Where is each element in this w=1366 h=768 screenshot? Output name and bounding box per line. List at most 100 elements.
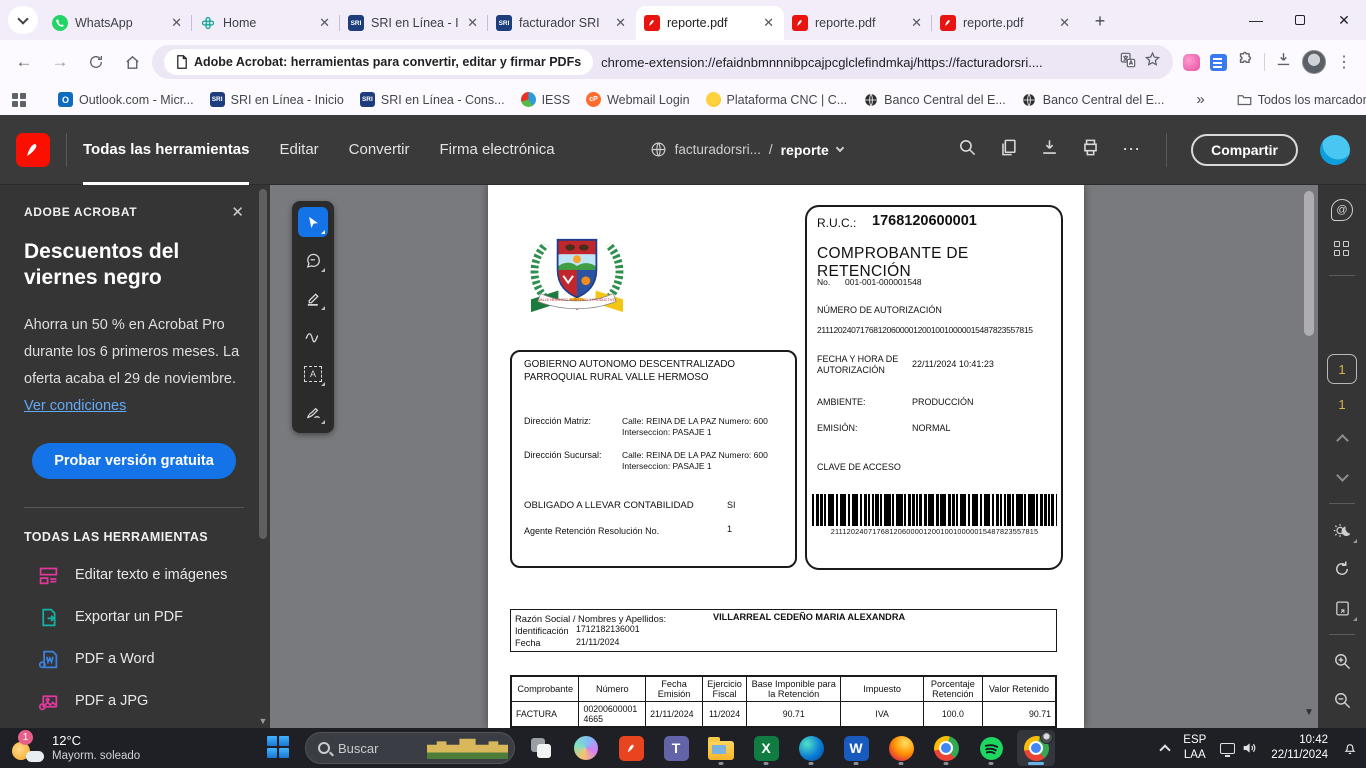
language-indicator[interactable]: ESP LAA — [1183, 733, 1206, 763]
bookmarks-overflow-icon[interactable]: » — [1196, 91, 1204, 108]
tool-export-pdf[interactable]: Exportar un PDF — [38, 596, 244, 638]
hidden-icons-chevron[interactable] — [1160, 744, 1171, 755]
tab-reporte-pdf-3[interactable]: reporte.pdf ✕ — [932, 6, 1080, 40]
tool-pdf-to-jpg[interactable]: PDF a JPG — [38, 680, 244, 722]
extension-title-chip[interactable]: Adobe Acrobat: herramientas para convert… — [164, 49, 593, 75]
promo-conditions-link[interactable]: Ver condiciones — [24, 398, 126, 414]
tool-pdf-to-word[interactable]: PDF a Word — [38, 638, 244, 680]
menu-all-tools[interactable]: Todas las herramientas — [83, 115, 249, 185]
tab-whatsapp[interactable]: WhatsApp ✕ — [44, 6, 192, 40]
tab-close-icon[interactable]: ✕ — [613, 15, 628, 31]
taskbar-search-input[interactable]: Buscar — [305, 732, 515, 764]
tab-search-button[interactable] — [8, 6, 38, 34]
spotify-button[interactable] — [972, 730, 1010, 766]
text-box-tool-button[interactable]: A — [298, 359, 328, 389]
word-button[interactable]: W — [837, 730, 875, 766]
tab-close-icon[interactable]: ✕ — [1057, 15, 1072, 31]
scrollbar-thumb[interactable] — [259, 189, 267, 539]
translate-icon[interactable] — [1120, 52, 1136, 73]
home-button[interactable] — [116, 46, 148, 78]
tab-sri-en-linea[interactable]: SRI SRI en Línea - Ini ✕ — [340, 6, 488, 40]
page-view-button[interactable] — [1327, 595, 1357, 621]
pdf-app-button[interactable] — [612, 730, 650, 766]
task-view-button[interactable] — [522, 730, 560, 766]
bookmark-outlook[interactable]: OOutlook.com - Micr... — [58, 92, 194, 107]
menu-convert[interactable]: Convertir — [349, 115, 410, 185]
network-display-icon[interactable] — [1220, 743, 1235, 754]
comment-tool-button[interactable] — [298, 245, 328, 275]
scroll-down-arrow-icon[interactable]: ▼ — [258, 716, 268, 726]
account-avatar[interactable] — [1320, 135, 1350, 165]
bookmark-cnc[interactable]: Plataforma CNC | C... — [706, 92, 848, 107]
tab-facturador-sri[interactable]: SRI facturador SRI ✕ — [488, 6, 636, 40]
select-tool-button[interactable] — [298, 207, 328, 237]
previous-page-button[interactable] — [1327, 425, 1357, 451]
all-bookmarks[interactable]: Todos los marcadores — [1237, 93, 1366, 107]
reload-button[interactable] — [80, 46, 112, 78]
file-explorer-button[interactable] — [702, 730, 740, 766]
tab-reporte-pdf-2[interactable]: reporte.pdf ✕ — [784, 6, 932, 40]
extensions-puzzle-icon[interactable] — [1237, 51, 1254, 73]
bookmark-sri-consultas[interactable]: SRISRI en Línea - Cons... — [360, 92, 505, 107]
bookmark-banco-central-2[interactable]: Banco Central del E... — [1022, 92, 1165, 107]
zoom-out-button[interactable] — [1327, 687, 1357, 713]
tool-edit-text-images[interactable]: Editar texto e imágenes — [38, 554, 244, 596]
tab-close-icon[interactable]: ✕ — [317, 15, 332, 31]
downloads-icon[interactable] — [1275, 51, 1292, 73]
menu-esign[interactable]: Firma electrónica — [440, 115, 555, 185]
new-tab-button[interactable]: + — [1086, 7, 1114, 35]
chrome-active-button[interactable] — [1017, 730, 1055, 766]
tab-reporte-pdf-active[interactable]: reporte.pdf ✕ — [636, 6, 784, 40]
chrome-button[interactable] — [927, 730, 965, 766]
page-thumbnails-button[interactable] — [1327, 236, 1357, 262]
window-restore-button[interactable] — [1278, 0, 1322, 40]
print-icon[interactable] — [1081, 138, 1100, 162]
notification-bell-icon[interactable] — [1342, 740, 1358, 756]
scroll-down-arrow-icon[interactable]: ▼ — [1303, 707, 1315, 718]
rotate-page-button[interactable] — [1327, 556, 1357, 582]
copy-pages-icon[interactable] — [999, 138, 1018, 162]
edge-button[interactable] — [792, 730, 830, 766]
sidebar-scrollbar[interactable]: ▼ — [258, 187, 268, 714]
copilot-button[interactable] — [567, 730, 605, 766]
tab-close-icon[interactable]: ✕ — [761, 15, 776, 31]
tab-close-icon[interactable]: ✕ — [465, 15, 480, 31]
clock[interactable]: 10:42 22/11/2024 — [1271, 733, 1328, 763]
weather-widget[interactable]: 1 12°C Mayorm. soleado — [0, 732, 230, 764]
free-trial-button[interactable]: Probar versión gratuita — [32, 443, 236, 479]
window-minimize-button[interactable]: — — [1234, 0, 1278, 40]
scrollbar-thumb[interactable] — [1304, 191, 1314, 336]
firefox-button[interactable] — [882, 730, 920, 766]
highlighter-tool-button[interactable] — [298, 283, 328, 313]
browser-menu-kebab-icon[interactable]: ⋮ — [1336, 52, 1352, 72]
bookmark-iess[interactable]: IESS — [521, 92, 571, 107]
document-scrollbar[interactable]: ▼ — [1303, 189, 1315, 726]
search-icon[interactable] — [958, 138, 977, 162]
signature-tool-button[interactable] — [298, 397, 328, 427]
next-page-button[interactable] — [1327, 464, 1357, 490]
acrobat-logo[interactable] — [16, 133, 50, 167]
download-icon[interactable] — [1040, 138, 1059, 162]
tab-close-icon[interactable]: ✕ — [909, 15, 924, 31]
address-bar[interactable]: Adobe Acrobat: herramientas para convert… — [152, 45, 1173, 79]
start-button[interactable] — [260, 730, 298, 766]
theme-toggle-button[interactable] — [1327, 517, 1357, 543]
bookmark-webmail[interactable]: cPWebmail Login — [586, 92, 689, 107]
forward-button[interactable]: → — [44, 46, 76, 78]
zoom-in-button[interactable] — [1327, 648, 1357, 674]
chevron-down-icon[interactable] — [836, 144, 844, 152]
current-page-input[interactable]: 1 — [1327, 354, 1357, 384]
translate-extension-icon[interactable] — [1210, 54, 1227, 71]
bookmark-banco-central-1[interactable]: Banco Central del E... — [863, 92, 1006, 107]
window-close-button[interactable]: ✕ — [1322, 0, 1366, 40]
close-icon[interactable]: ✕ — [231, 203, 244, 221]
document-breadcrumb[interactable]: facturadorsri... / reporte — [650, 141, 843, 158]
more-options-icon[interactable]: ⋯ — [1122, 139, 1142, 160]
tab-close-icon[interactable]: ✕ — [169, 15, 184, 31]
bookmark-star-icon[interactable] — [1144, 51, 1161, 73]
back-button[interactable]: ← — [8, 46, 40, 78]
excel-button[interactable]: X — [747, 730, 785, 766]
extension-icon-pink[interactable] — [1183, 54, 1200, 71]
profile-avatar[interactable] — [1302, 50, 1326, 74]
tab-home[interactable]: Home ✕ — [192, 6, 340, 40]
